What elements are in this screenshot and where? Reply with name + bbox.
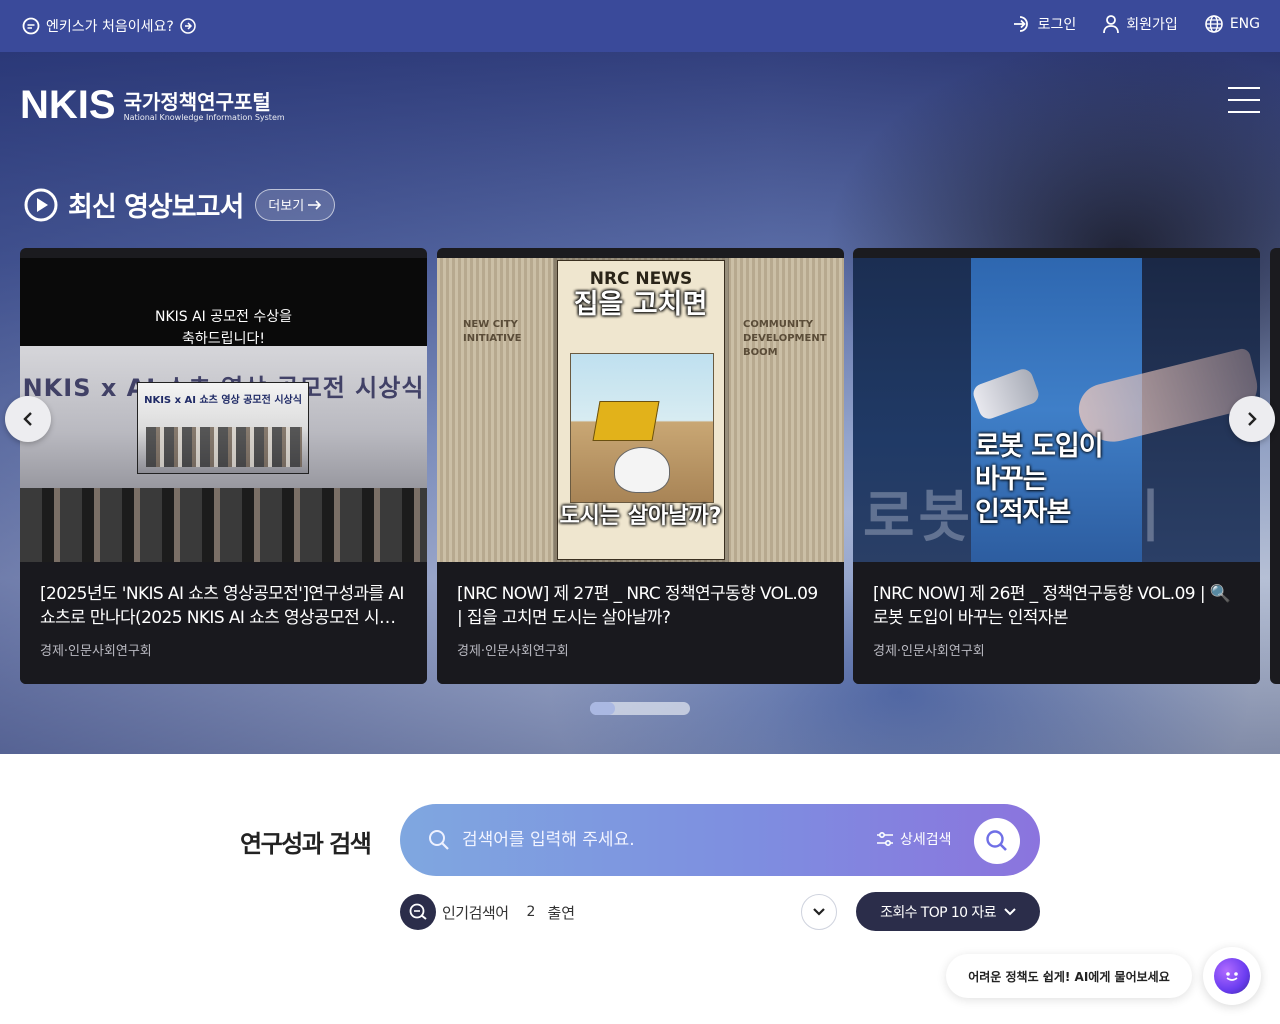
- search-submit-button[interactable]: [974, 818, 1020, 864]
- video-card[interactable]: NEW CITY INITIATIVE COMMUNITY DEVELOPMEN…: [437, 248, 844, 684]
- thumb-crowd: [20, 488, 427, 562]
- chat-bubble-icon: [22, 17, 40, 35]
- logo-text: 국가정책연구포털 National Knowledge Information …: [124, 91, 285, 123]
- carousel-progress[interactable]: [590, 702, 690, 715]
- chevron-down-icon: [1004, 907, 1016, 916]
- thumb-inset-people: [146, 427, 302, 467]
- search-icon: [428, 829, 450, 851]
- search-icon: [985, 829, 1009, 853]
- advanced-search-button[interactable]: 상세검색: [876, 829, 952, 849]
- carousel-prev-button[interactable]: [5, 396, 51, 442]
- video-report-header: 최신 영상보고서 더보기: [24, 185, 336, 224]
- thumb-overlay-bottom: 도시는 살아날까?: [559, 504, 722, 529]
- utility-menu: 로그인 회원가입 ENG: [1012, 14, 1260, 34]
- popular-keywords: 인기검색어 2 출연: [400, 894, 575, 930]
- thumb-overlay-top: 집을 고치면: [573, 289, 708, 320]
- video-card-title: [2025년도 'NKIS AI 쇼츠 영상공모전']연구성과를 AI 쇼츠로 …: [40, 584, 404, 628]
- thumb-inset-text: NKIS x AI 쇼츠 영상 공모전 시상식: [144, 395, 302, 406]
- video-card-category: 경제·인문사회연구회: [40, 644, 152, 659]
- hamburger-line: [1228, 87, 1260, 89]
- language-link[interactable]: ENG: [1204, 14, 1260, 34]
- popular-keyword[interactable]: 출연: [547, 902, 575, 923]
- video-card-title: [NRC NOW] 제 27편 _ NRC 정책연구동향 VOL.09 | 집을…: [457, 584, 818, 628]
- login-label: 로그인: [1037, 17, 1077, 33]
- signup-label: 회원가입: [1126, 17, 1178, 33]
- thumb-headline-line: 바꾸는: [975, 464, 1048, 495]
- video-card[interactable]: NKIS AI 공모전 수상을 축하드립니다! NKIS x AI 쇼츠 영상 …: [20, 248, 427, 684]
- chevron-right-icon: [1246, 411, 1258, 427]
- arrow-right-icon: [308, 199, 322, 210]
- popular-keywords-toggle[interactable]: [801, 894, 837, 930]
- hamburger-line: [1228, 111, 1260, 113]
- video-card[interactable]: 로봇 도입이 로봇 도입이 바꾸는 인적자본 [NRC NOW] 제 26편 _…: [853, 248, 1260, 684]
- login-link[interactable]: 로그인: [1012, 14, 1077, 34]
- logo-mark: NKIS: [20, 83, 116, 127]
- carousel-progress-fill: [590, 702, 615, 715]
- carousel-next-button[interactable]: [1229, 396, 1275, 442]
- thumb-caption: NKIS AI 공모전 수상을 축하드립니다!: [20, 306, 427, 350]
- search-bar: 상세검색: [400, 804, 1040, 876]
- hero-section: NKIS 국가정책연구포털 National Knowledge Informa…: [0, 52, 1280, 754]
- first-visit-label: 엔키스가 처음이세요?: [46, 19, 174, 35]
- video-card-body: [2025년도 'NKIS AI 쇼츠 영상공모전']연구성과를 AI 쇼츠로 …: [20, 562, 427, 684]
- video-thumbnail: NEW CITY INITIATIVE COMMUNITY DEVELOPMEN…: [437, 258, 844, 562]
- video-card-body: [NRC NOW] 제 27편 _ NRC 정책연구동향 VOL.09 | 집을…: [437, 562, 844, 684]
- thumb-headline-line: 인적자본: [975, 497, 1071, 528]
- video-card-peek[interactable]: [1270, 248, 1280, 684]
- video-card-category: 경제·인문사회연구회: [873, 644, 985, 659]
- language-label: ENG: [1229, 16, 1260, 32]
- signup-link[interactable]: 회원가입: [1102, 14, 1178, 34]
- chatbot-face-icon: [1214, 958, 1250, 994]
- ai-chat-bubble[interactable]: 어려운 정책도 쉽게! AI에게 물어보세요: [946, 954, 1192, 998]
- section-title: 최신 영상보고서: [68, 192, 244, 223]
- chevron-down-icon: [812, 907, 826, 917]
- logo-english: National Knowledge Information System: [123, 113, 285, 122]
- site-logo[interactable]: NKIS 국가정책연구포털 National Knowledge Informa…: [20, 83, 285, 127]
- thumb-side-text: NEW CITY INITIATIVE: [463, 319, 522, 344]
- video-card-carousel: NKIS AI 공모전 수상을 축하드립니다! NKIS x AI 쇼츠 영상 …: [20, 248, 1280, 684]
- hamburger-line: [1228, 99, 1260, 101]
- play-circle-icon: [24, 188, 58, 222]
- hamburger-icon[interactable]: [1228, 87, 1260, 113]
- popular-keyword-rank: 2: [526, 904, 536, 920]
- popular-keywords-label: 인기검색어: [442, 903, 509, 922]
- advanced-search-label: 상세검색: [900, 832, 952, 848]
- video-thumbnail: NKIS AI 공모전 수상을 축하드립니다! NKIS x AI 쇼츠 영상 …: [20, 258, 427, 562]
- sliders-icon: [876, 831, 894, 847]
- search-chat-icon: [400, 894, 436, 930]
- thumb-inset-photo: NKIS x AI 쇼츠 영상 공모전 시상식: [137, 382, 309, 474]
- thumb-side-text: COMMUNITY DEVELOPMENT BOOM: [743, 319, 827, 358]
- arrow-circle-right-icon: [180, 18, 196, 34]
- top-utility-bar: 엔키스가 처음이세요? 로그인 회원가입 ENG: [0, 0, 1280, 52]
- ai-chatbot-button[interactable]: [1203, 947, 1261, 1005]
- thumb-excavator: [592, 401, 660, 441]
- chevron-left-icon: [22, 411, 34, 427]
- thumb-mascot: [614, 447, 670, 493]
- thumb-headline: 로봇 도입이 바꾸는 인적자본: [975, 430, 1104, 529]
- top10-label: 조회수 TOP 10 자료: [880, 904, 996, 921]
- more-label: 더보기: [268, 199, 305, 214]
- thumb-caption-line: NKIS AI 공모전 수상을: [154, 309, 292, 325]
- video-thumbnail: 로봇 도입이 로봇 도입이 바꾸는 인적자본: [853, 258, 1260, 562]
- video-card-category: 경제·인문사회연구회: [457, 644, 569, 659]
- first-visit-link[interactable]: 엔키스가 처음이세요?: [22, 15, 196, 37]
- search-section-title: 연구성과 검색: [240, 830, 372, 858]
- logo-korean: 국가정책연구포털: [123, 90, 271, 114]
- video-card-body: [NRC NOW] 제 26편 _ 정책연구동향 VOL.09 | 🔍로봇 도입…: [853, 562, 1260, 684]
- video-card-title: [NRC NOW] 제 26편 _ 정책연구동향 VOL.09 | 🔍로봇 도입…: [873, 584, 1231, 628]
- search-input[interactable]: [462, 826, 842, 854]
- login-arrow-icon: [1012, 14, 1032, 34]
- globe-icon: [1204, 14, 1224, 34]
- thumb-headline-line: 로봇 도입이: [975, 431, 1104, 462]
- more-button[interactable]: 더보기: [255, 188, 336, 221]
- person-icon: [1102, 14, 1120, 34]
- top10-dropdown-button[interactable]: 조회수 TOP 10 자료: [856, 892, 1040, 931]
